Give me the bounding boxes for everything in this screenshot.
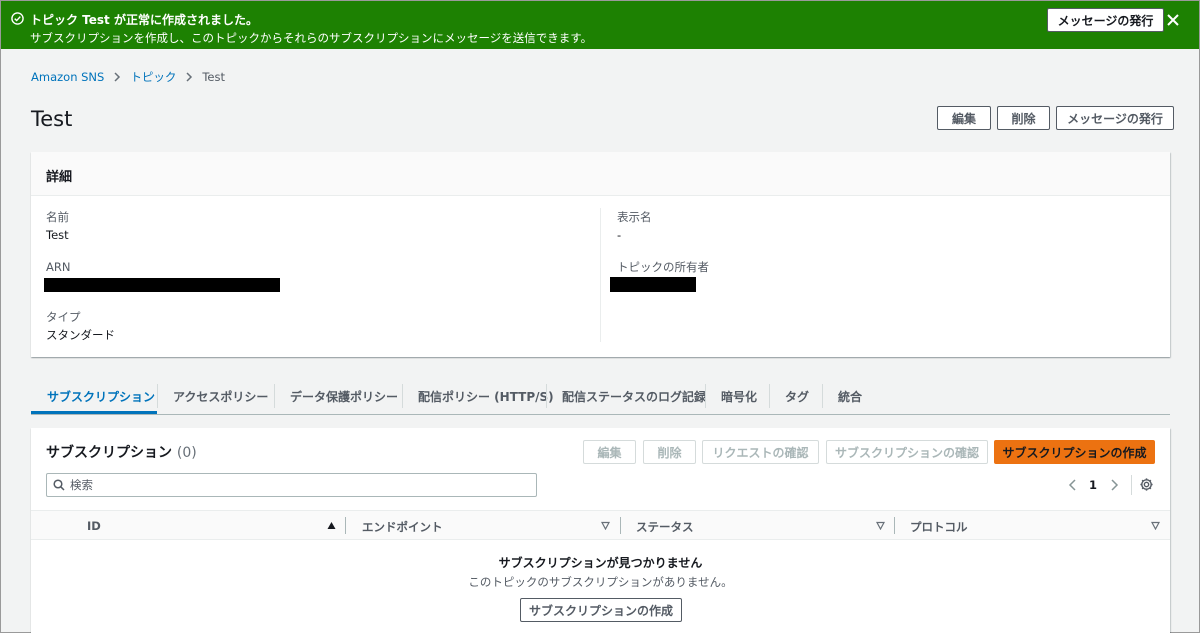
edit-button[interactable]: 編集 — [937, 106, 991, 130]
current-page-number[interactable]: 1 — [1089, 478, 1097, 492]
column-divider — [345, 517, 346, 534]
chevron-left-icon[interactable] — [1067, 479, 1079, 491]
tab-delivery-policy[interactable]: 配信ポリシー (HTTP/S) — [418, 378, 554, 414]
column-divider — [600, 208, 601, 342]
empty-create-subscription-button[interactable]: サブスクリプションの作成 — [520, 598, 682, 622]
create-subscription-button[interactable]: サブスクリプションの作成 — [994, 440, 1155, 464]
column-status[interactable]: ステータス — [636, 519, 694, 535]
empty-state-title: サブスクリプションが見つかりません — [498, 556, 703, 570]
active-tab-indicator — [31, 411, 157, 414]
subscriptions-heading: サブスクリプション — [46, 445, 172, 461]
tab-subscriptions[interactable]: サブスクリプション — [47, 378, 155, 414]
display-name-label: 表示名 — [617, 210, 652, 224]
tab-separator — [769, 384, 770, 408]
column-divider — [894, 517, 895, 534]
publish-message-button[interactable]: メッセージの発行 — [1056, 106, 1174, 130]
tab-encryption[interactable]: 暗号化 — [721, 378, 757, 414]
sort-ascending-icon[interactable] — [327, 521, 336, 530]
search-input[interactable] — [70, 476, 530, 494]
tab-tags[interactable]: タグ — [785, 378, 809, 414]
type-value: スタンダード — [46, 328, 115, 342]
owner-label: トピックの所有者 — [617, 260, 709, 274]
empty-state-message: このトピックのサブスクリプションがありません。 — [468, 575, 733, 589]
request-confirmation-button[interactable]: リクエストの確認 — [702, 440, 819, 464]
sort-icon[interactable] — [876, 521, 885, 530]
tab-access-policy[interactable]: アクセスポリシー — [173, 378, 268, 414]
chevron-right-icon — [186, 72, 193, 82]
tab-data-protection-policy[interactable]: データ保護ポリシー — [290, 378, 398, 414]
breadcrumb: Amazon SNS トピック Test — [31, 70, 225, 84]
topic-tabs: サブスクリプション アクセスポリシー データ保護ポリシー 配信ポリシー (HTT… — [31, 378, 1170, 415]
subscription-delete-button[interactable]: 削除 — [643, 440, 696, 464]
breadcrumb-topics[interactable]: トピック — [130, 69, 176, 85]
subscriptions-count: (0) — [176, 445, 197, 461]
tab-integrations[interactable]: 統合 — [838, 378, 862, 414]
details-title: 詳細 — [46, 170, 73, 185]
sort-icon[interactable] — [601, 521, 610, 530]
details-panel: 詳細 名前 Test ARN タイプ スタンダード 表示名 - トピックの所有者 — [31, 152, 1170, 357]
subscriptions-panel: サブスクリプション (0) 編集 削除 リクエストの確認 サブスクリプションの確… — [31, 428, 1170, 633]
arn-label: ARN — [46, 260, 71, 274]
breadcrumb-current: Test — [202, 70, 225, 84]
tab-separator — [274, 384, 275, 408]
pager-divider — [1131, 475, 1132, 495]
close-icon[interactable] — [1164, 11, 1182, 29]
breadcrumb-sns[interactable]: Amazon SNS — [31, 70, 104, 84]
name-label: 名前 — [46, 210, 69, 224]
flash-publish-button[interactable]: メッセージの発行 — [1047, 8, 1164, 32]
chevron-right-icon[interactable] — [1108, 479, 1120, 491]
search-icon — [53, 479, 65, 491]
name-value: Test — [46, 228, 69, 242]
sort-icon[interactable] — [1151, 521, 1160, 530]
column-divider — [620, 517, 621, 534]
details-header: 詳細 — [31, 152, 1170, 196]
flash-message: サブスクリプションを作成し、このトピックからそれらのサブスクリプションにメッセー… — [30, 31, 593, 45]
success-flash-banner: トピック Test が正常に作成されました。 サブスクリプションを作成し、このト… — [1, 1, 1199, 49]
tab-separator — [822, 384, 823, 408]
success-check-icon — [11, 12, 24, 25]
column-protocol[interactable]: プロトコル — [910, 519, 968, 535]
tab-separator — [402, 384, 403, 408]
arn-value-redacted — [44, 278, 280, 292]
table-header: ID エンドポイント ステータス プロトコル — [31, 510, 1170, 540]
tab-separator — [705, 384, 706, 408]
confirm-subscription-button[interactable]: サブスクリプションの確認 — [826, 440, 988, 464]
gear-icon[interactable] — [1139, 477, 1154, 492]
column-endpoint[interactable]: エンドポイント — [362, 519, 443, 535]
page-title: Test — [31, 107, 73, 131]
type-label: タイプ — [46, 310, 81, 324]
display-name-value: - — [617, 228, 622, 242]
tab-separator — [546, 384, 547, 408]
delete-button[interactable]: 削除 — [997, 106, 1050, 130]
chevron-right-icon — [114, 72, 121, 82]
subscriptions-title: サブスクリプション (0) — [46, 442, 197, 462]
subscription-edit-button[interactable]: 編集 — [583, 440, 636, 464]
column-id[interactable]: ID — [87, 519, 101, 533]
flash-title: トピック Test が正常に作成されました。 — [30, 13, 258, 27]
owner-value-redacted — [610, 277, 696, 292]
search-field[interactable] — [46, 473, 537, 497]
tab-separator — [157, 384, 158, 408]
tab-delivery-status-logging[interactable]: 配信ステータスのログ記録 — [562, 378, 706, 414]
